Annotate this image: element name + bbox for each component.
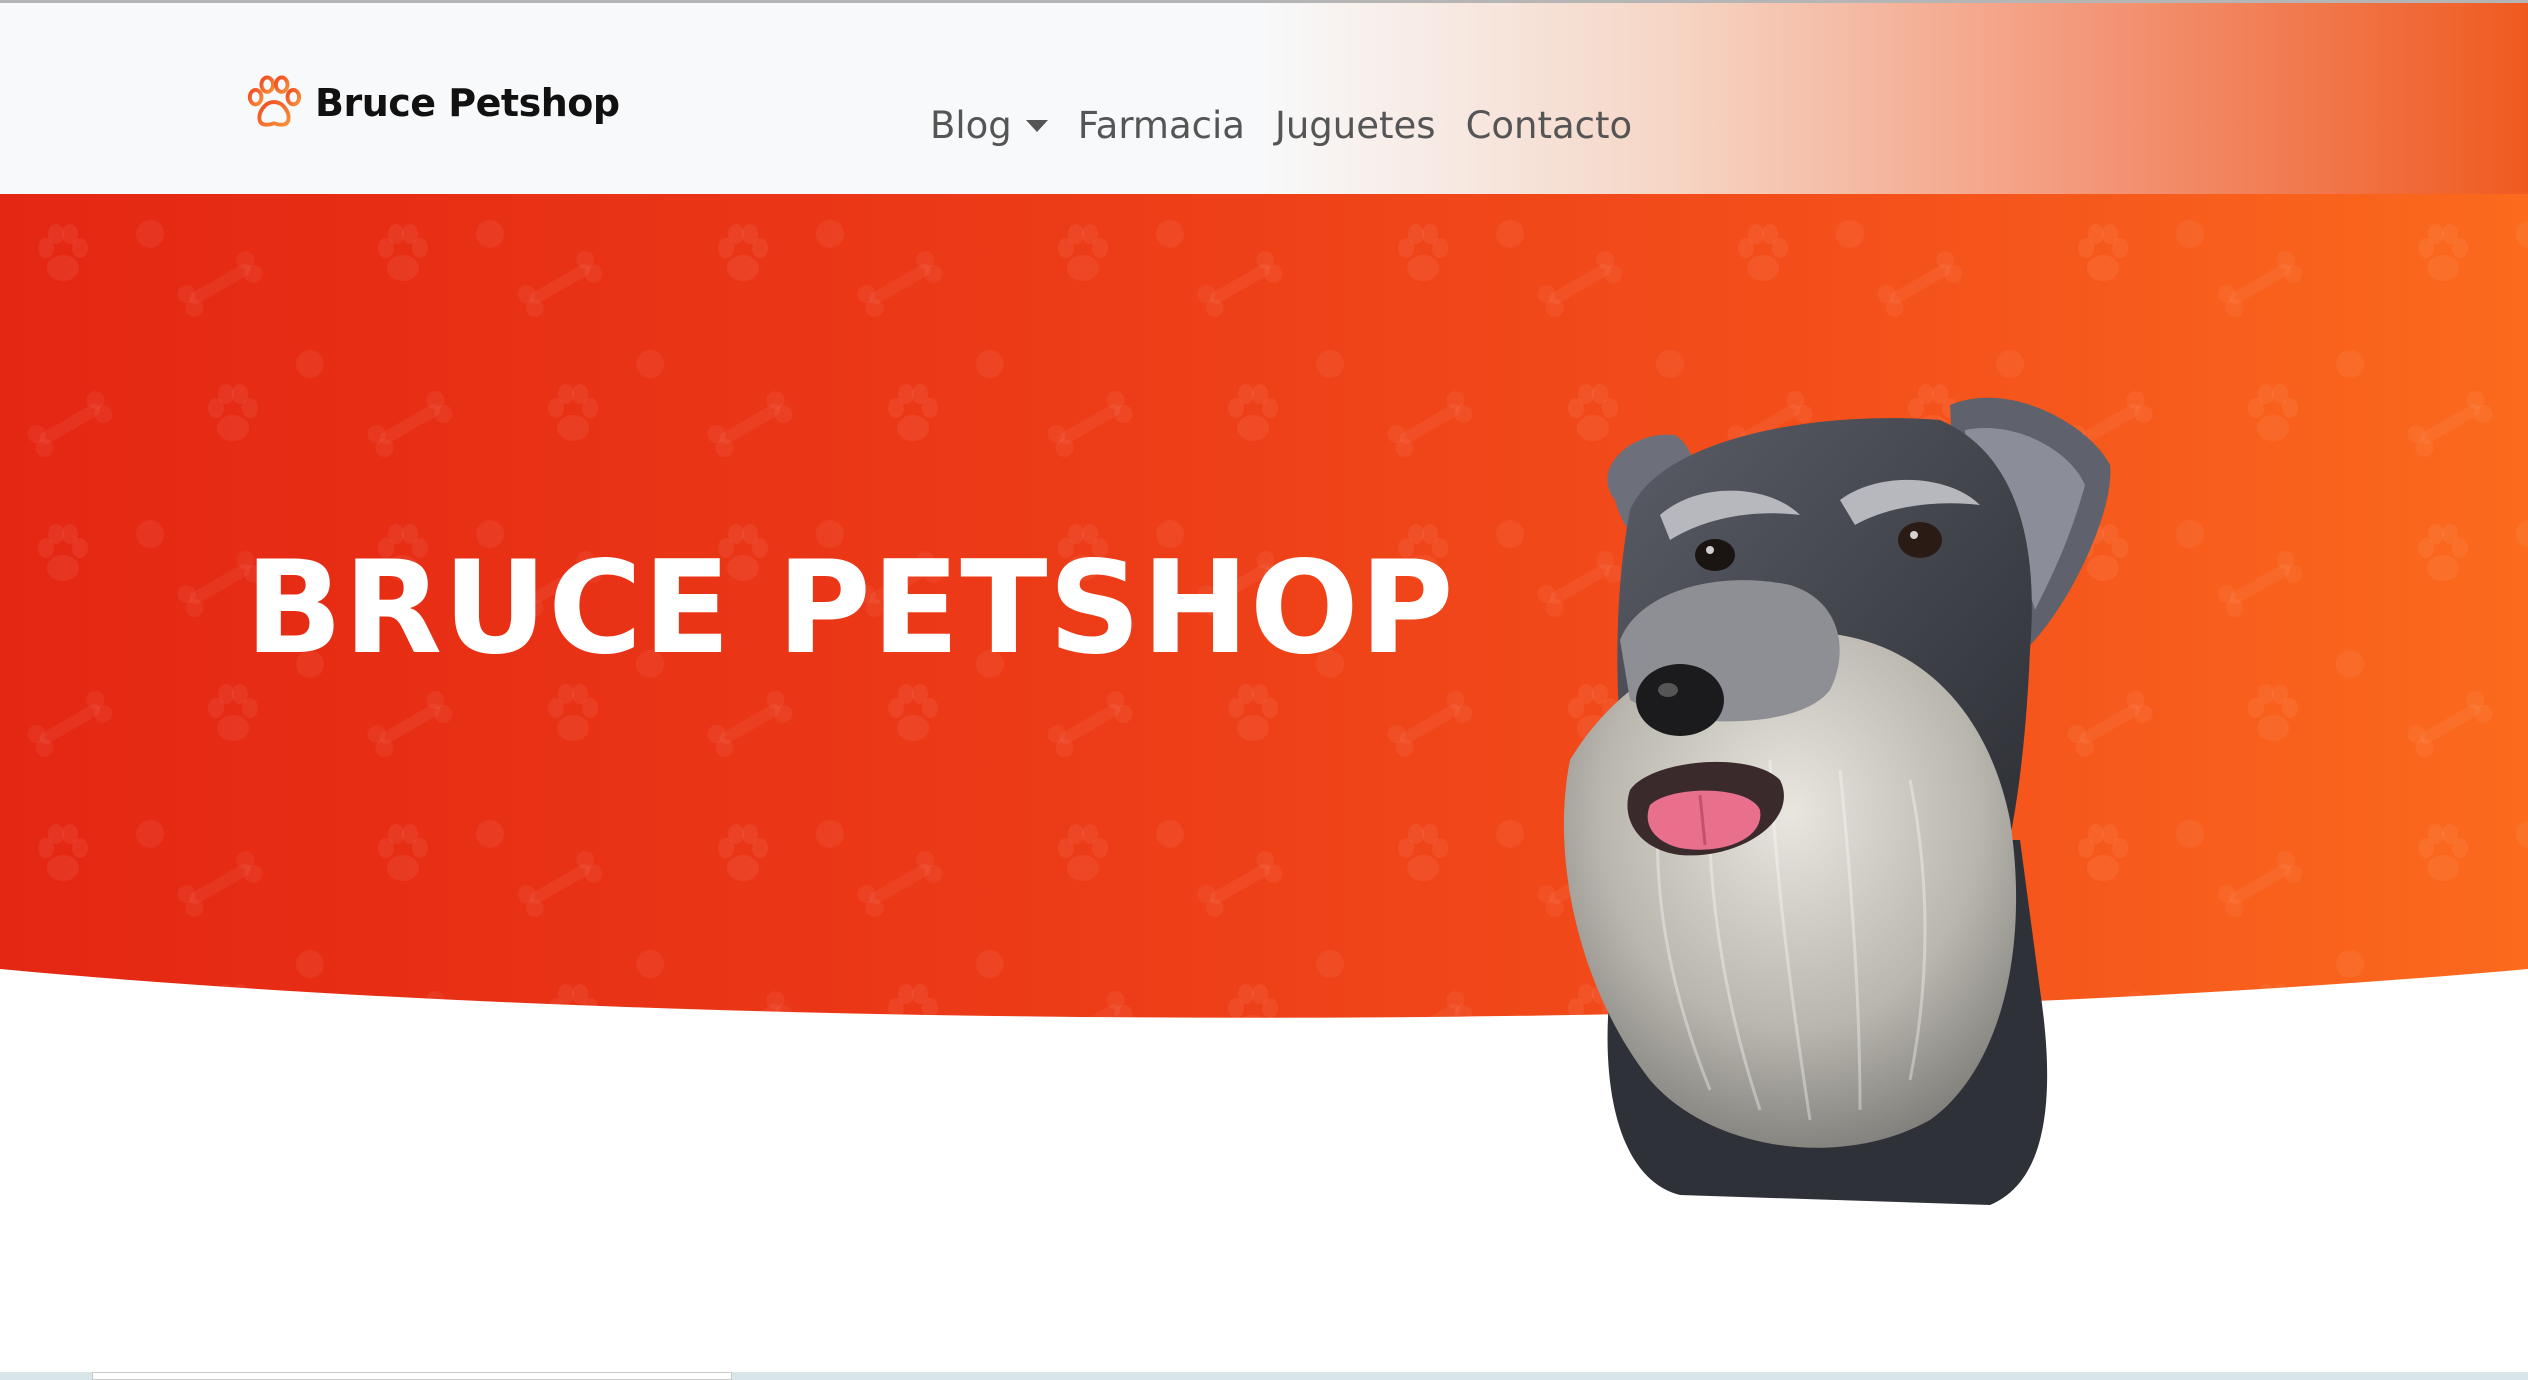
- nav-link-label: Farmacia: [1077, 103, 1245, 147]
- hero-title: BRUCE PETSHOP: [245, 534, 1455, 683]
- paw-icon: [247, 75, 302, 127]
- navbar: Bruce Petshop Blog Farmacia Juguetes Con…: [0, 0, 2528, 194]
- brand-name: Bruce Petshop: [315, 81, 620, 125]
- nav-link-label: Blog: [930, 103, 1012, 147]
- caret-down-icon: [1025, 120, 1048, 132]
- nav-menu: Blog Farmacia Juguetes Contacto: [930, 98, 1632, 152]
- hero-banner: BRUCE PETSHOP: [0, 194, 2528, 1024]
- nav-link-farmacia[interactable]: Farmacia: [1078, 104, 1245, 147]
- schnauzer-dog-illustration: [1563, 397, 2111, 1205]
- bottom-tab: [92, 1372, 732, 1380]
- nav-link-label: Juguetes: [1274, 103, 1436, 147]
- nav-link-juguetes[interactable]: Juguetes: [1275, 104, 1436, 147]
- nav-link-contacto[interactable]: Contacto: [1466, 104, 1633, 147]
- brand-link[interactable]: Bruce Petshop: [245, 73, 620, 133]
- nav-link-blog[interactable]: Blog: [930, 104, 1048, 147]
- nav-link-label: Contacto: [1465, 103, 1633, 147]
